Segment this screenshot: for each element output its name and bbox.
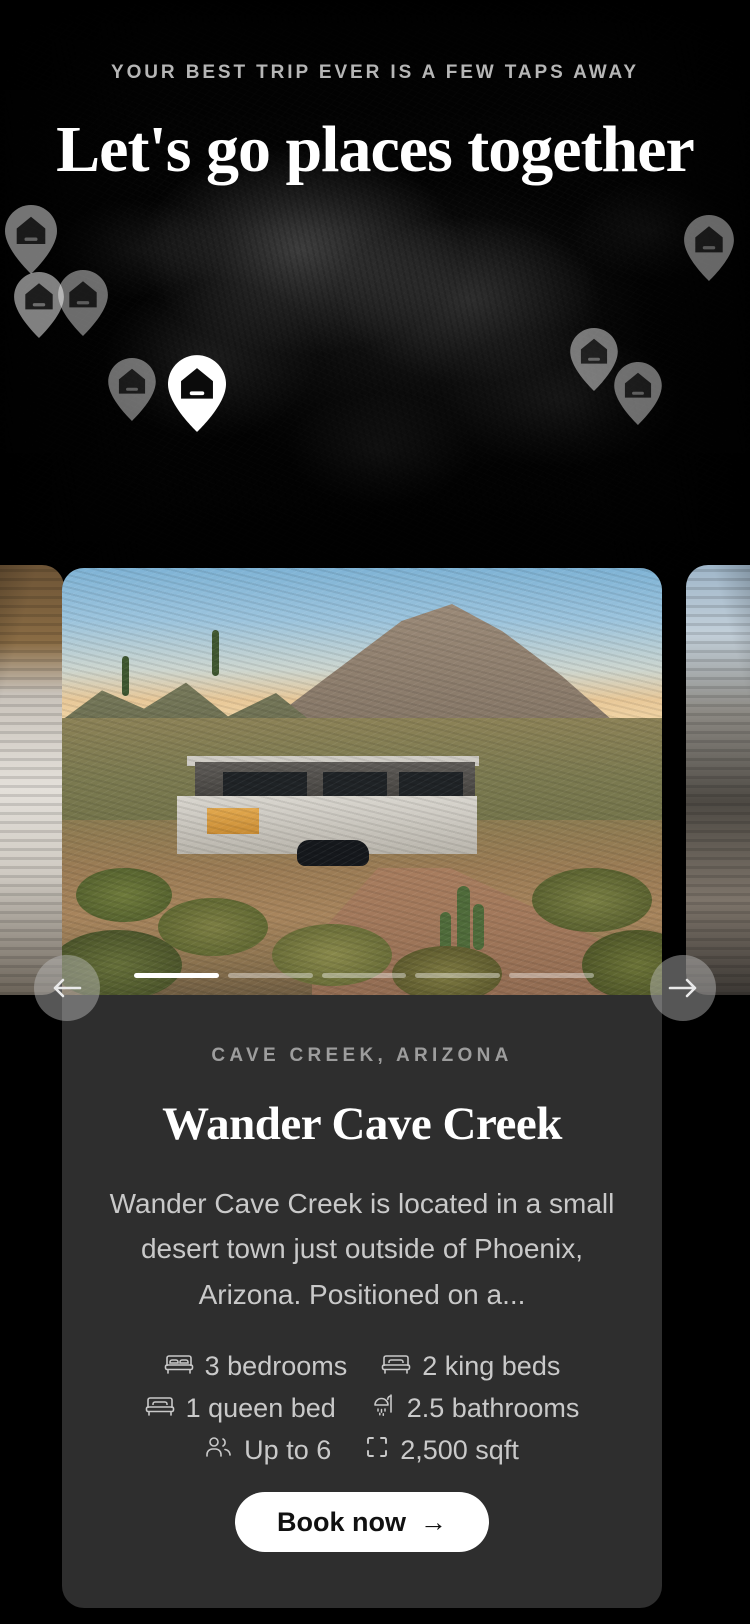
bed-king-icon [381,1351,411,1382]
map-pin-7[interactable] [684,215,734,281]
book-now-label: Book now [277,1506,406,1537]
carousel-progress-bar[interactable] [415,973,501,978]
shower-icon [370,1392,396,1425]
listing-fact-label: 2,500 sqft [400,1435,519,1466]
map-pin-3[interactable] [58,270,108,336]
book-now-container: Book now → [98,1492,626,1553]
carousel-progress-bar[interactable] [321,973,407,978]
listing-photo[interactable] [62,568,662,995]
guests-icon [205,1435,233,1466]
map-pin-4[interactable] [108,358,156,421]
hero-eyebrow: YOUR BEST TRIP EVER IS A FEW TAPS AWAY [111,62,639,83]
listing-fact: Up to 6 [205,1435,331,1466]
listing-fact: 3 bedrooms [164,1351,348,1382]
app-screen: YOUR BEST TRIP EVER IS A FEW TAPS AWAY L… [0,0,750,1624]
listing-fact-label: 3 bedrooms [204,1351,348,1382]
arrow-right-icon: → [420,1506,447,1537]
map-pin-6[interactable] [614,362,662,425]
listing-card[interactable]: CAVE CREEK, ARIZONA Wander Cave Creek Wa… [62,568,662,1608]
map-pin-2[interactable] [14,272,64,338]
carousel-card-previous-photo [0,565,64,995]
carousel-prev-button[interactable] [34,955,100,1021]
listing-facts: 3 bedrooms 2 king beds 1 queen bed 2.5 bath… [98,1351,626,1466]
carousel-progress[interactable] [134,973,594,978]
location-pin-icon [14,272,64,338]
bed-queen-icon [145,1393,175,1424]
listing-fact-row: Up to 6 2,500 sqft [98,1435,626,1466]
listing-fact-label: 2.5 bathrooms [406,1393,580,1424]
listing-fact: 2,500 sqft [365,1435,519,1466]
hero-map-section: YOUR BEST TRIP EVER IS A FEW TAPS AWAY L… [0,0,750,600]
map-pin-5[interactable] [570,328,618,391]
carousel-card-previous[interactable] [0,565,64,995]
listing-details: CAVE CREEK, ARIZONA Wander Cave Creek Wa… [62,995,662,1608]
carousel-card-next[interactable] [686,565,750,995]
area-expand-icon [365,1435,389,1466]
map-vignette [0,0,750,600]
carousel-progress-bar[interactable] [227,973,313,978]
page-title: Let's go places together [56,113,695,186]
location-pin-icon [614,362,662,425]
photo-grain [62,568,662,995]
listing-location: CAVE CREEK, ARIZONA [211,1045,513,1066]
location-pin-icon [168,355,226,432]
map-pin-1[interactable] [5,205,57,274]
location-pin-icon [684,215,734,281]
listing-fact-row: 1 queen bed 2.5 bathrooms [98,1392,626,1425]
listing-fact-row: 3 bedrooms 2 king beds [98,1351,626,1382]
carousel-next-button[interactable] [650,955,716,1021]
location-pin-icon [108,358,156,421]
location-pin-icon [5,205,57,274]
carousel-progress-bar[interactable] [134,973,219,978]
location-pin-icon [58,270,108,336]
listing-fact-label: Up to 6 [244,1435,332,1466]
map-pin-active[interactable] [168,355,226,432]
book-now-button[interactable]: Book now → [235,1492,489,1553]
carousel-progress-bar[interactable] [509,973,594,978]
arrow-right-icon [668,978,697,998]
listing-description: Wander Cave Creek is located in a small … [109,1188,615,1310]
listing-carousel[interactable]: CAVE CREEK, ARIZONA Wander Cave Creek Wa… [0,560,750,1624]
listing-fact: 2.5 bathrooms [370,1392,580,1425]
arrow-left-icon [53,978,82,998]
listing-name: Wander Cave Creek [162,1098,562,1150]
carousel-card-next-photo [686,565,750,995]
listing-fact: 1 queen bed [145,1393,336,1424]
listing-fact: 2 king beds [381,1351,560,1382]
location-pin-icon [570,328,618,391]
bed-double-icon [164,1351,194,1382]
listing-fact-label: 2 king beds [422,1351,561,1382]
listing-fact-label: 1 queen bed [185,1393,336,1424]
